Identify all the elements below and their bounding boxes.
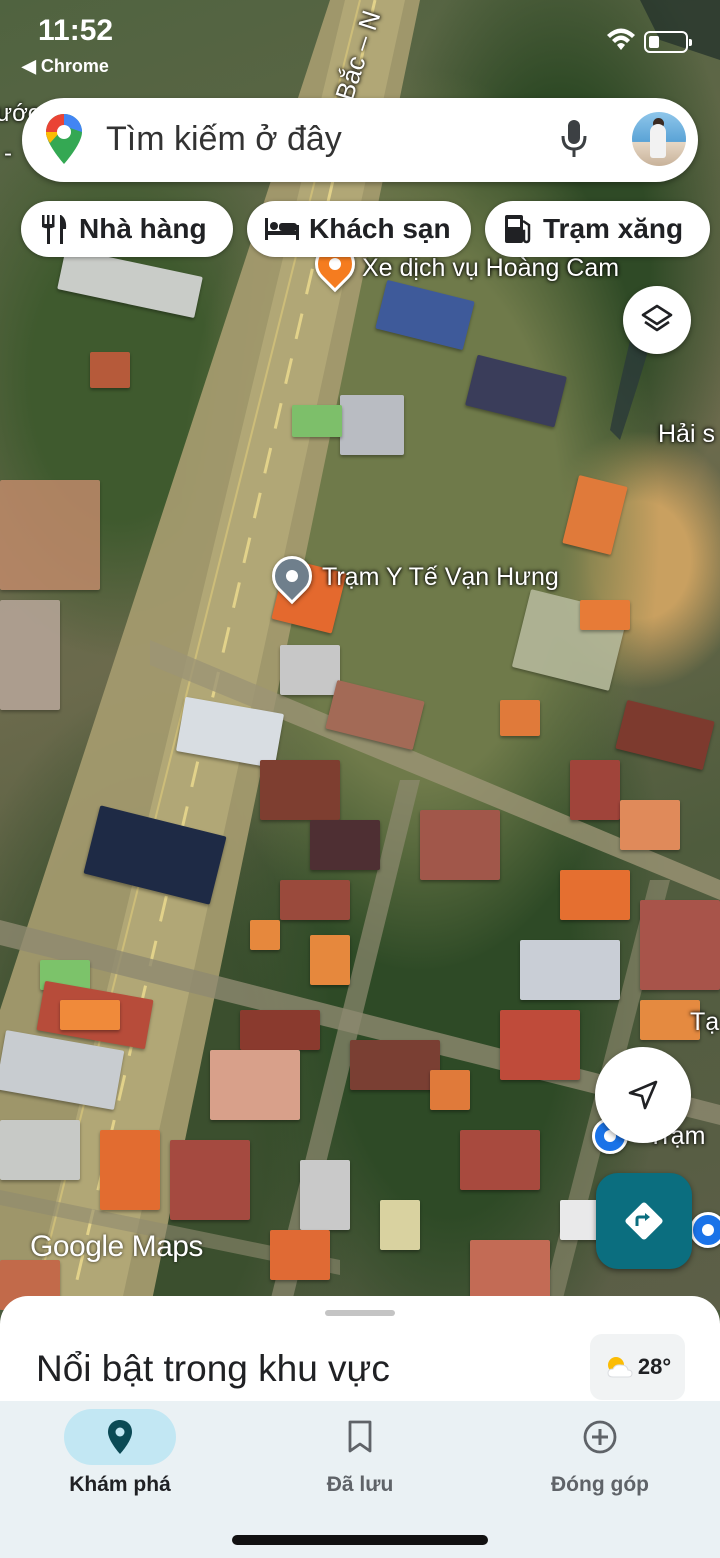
add-circle-icon (583, 1420, 617, 1454)
restaurant-icon (39, 213, 69, 245)
home-indicator[interactable] (232, 1535, 488, 1545)
chip-gas-stations[interactable]: Trạm xăng (485, 201, 710, 257)
chip-label: Trạm xăng (543, 213, 684, 244)
bookmark-icon (348, 1420, 372, 1453)
nav-pill (544, 1409, 656, 1465)
chip-hotels[interactable]: Khách sạn (247, 201, 471, 257)
nav-explore[interactable]: Khám phá (0, 1401, 240, 1521)
sheet-drag-handle[interactable] (325, 1310, 395, 1316)
google-maps-logo-icon (46, 114, 82, 164)
navigation-arrow-icon (628, 1080, 658, 1110)
pin-icon (108, 1420, 132, 1454)
nav-label: Đã lưu (326, 1473, 394, 1496)
layers-button[interactable] (623, 286, 691, 354)
nav-pill (304, 1409, 416, 1465)
nav-contribute[interactable]: Đóng góp (480, 1401, 720, 1521)
partial-place-label-2: - (4, 140, 12, 167)
nav-label: Đóng góp (551, 1473, 649, 1496)
nav-pill-active (64, 1409, 176, 1465)
poi-label-ta[interactable]: Tạ (690, 1008, 719, 1037)
back-to-app-link[interactable]: ◀ Chrome (22, 56, 109, 77)
poi-pin-edge[interactable] (690, 1212, 720, 1248)
poi-label-hai-s[interactable]: Hải s (658, 420, 715, 449)
search-input[interactable]: Tìm kiếm ở đây (106, 120, 342, 159)
search-bar[interactable]: Tìm kiếm ở đây (22, 98, 698, 182)
chip-label: Nhà hàng (79, 213, 207, 244)
directions-icon (625, 1202, 663, 1240)
google-maps-watermark: Google Maps (30, 1230, 203, 1263)
my-location-button[interactable] (595, 1047, 691, 1143)
nav-label: Khám phá (69, 1473, 171, 1496)
layers-icon (641, 304, 673, 332)
status-time: 11:52 (38, 14, 114, 47)
directions-button[interactable] (596, 1173, 692, 1269)
chip-restaurants[interactable]: Nhà hàng (21, 201, 233, 257)
status-bar: 11:52 ◀ Chrome (0, 0, 720, 80)
avatar[interactable] (632, 112, 686, 166)
weather-temp: 28° (637, 1354, 672, 1379)
sheet-title: Nổi bật trong khu vực (36, 1348, 390, 1389)
hotel-icon (265, 216, 299, 242)
wifi-icon (607, 28, 635, 50)
weather-badge[interactable]: 28° (590, 1334, 685, 1400)
partly-cloudy-icon (607, 1357, 633, 1378)
poi-label-xe-dich-vu[interactable]: Xe dịch vụ Hoàng Cam (362, 254, 619, 283)
nav-saved[interactable]: Đã lưu (240, 1401, 480, 1521)
chip-label: Khách sạn (309, 213, 451, 244)
microphone-icon[interactable] (560, 118, 588, 160)
poi-label-tram-y-te[interactable]: Trạm Y Tế Vạn Hưng (322, 563, 559, 592)
battery-icon (644, 31, 692, 53)
gas-station-icon (503, 213, 533, 245)
